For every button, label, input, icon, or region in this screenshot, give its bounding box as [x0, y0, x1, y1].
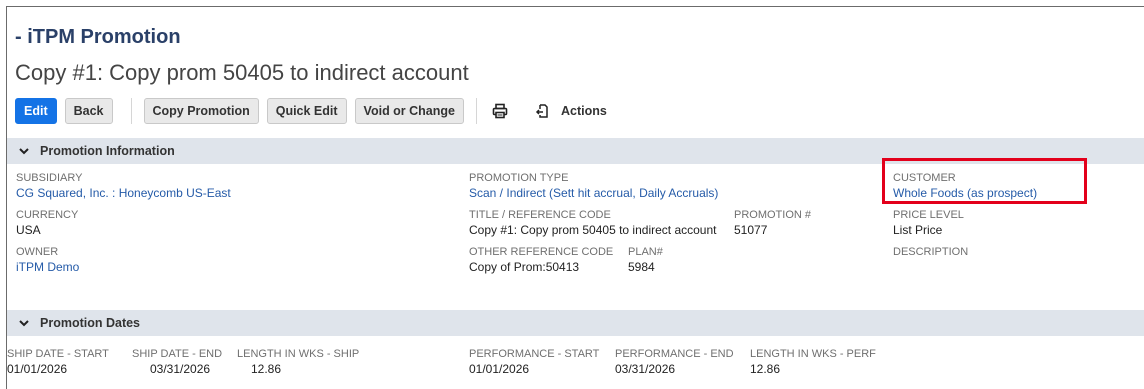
- owner-value[interactable]: iTPM Demo: [16, 260, 79, 274]
- subsidiary-value[interactable]: CG Squared, Inc. : Honeycomb US-East: [16, 186, 231, 200]
- plan-label: PLAN#: [628, 246, 663, 258]
- chevron-down-icon: [19, 148, 29, 155]
- promotion-number-label: PROMOTION #: [734, 209, 812, 221]
- price-level-label: PRICE LEVEL: [893, 209, 964, 221]
- title-reference-value: Copy #1: Copy prom 50405 to indirect acc…: [469, 223, 717, 237]
- plan-value: 5984: [628, 260, 655, 274]
- toolbar: Edit Back Copy Promotion Quick Edit Void…: [15, 98, 607, 124]
- other-reference-label: OTHER REFERENCE CODE: [469, 246, 614, 258]
- subsidiary-label: SUBSIDIARY: [16, 172, 83, 184]
- void-or-change-button[interactable]: Void or Change: [354, 98, 464, 124]
- ship-date-start-value: 01/01/2026: [7, 362, 68, 376]
- back-button[interactable]: Back: [64, 98, 113, 124]
- title-reference-label: TITLE / REFERENCE CODE: [469, 209, 611, 221]
- customer-highlight-box: [882, 158, 1087, 204]
- performance-end-label: PERFORMANCE - END: [615, 348, 734, 360]
- owner-label: OWNER: [16, 246, 59, 258]
- length-wks-perf-label: LENGTH IN WKS - PERF: [750, 348, 876, 360]
- section-title: Promotion Dates: [40, 316, 141, 330]
- promotion-type-value[interactable]: Scan / Indirect (Sett hit accrual, Daily…: [469, 186, 718, 200]
- promotion-dates-section-header[interactable]: Promotion Dates: [7, 310, 1144, 336]
- section-title: Promotion Information: [40, 144, 175, 158]
- performance-start-value: 01/01/2026: [469, 362, 530, 376]
- copy-promotion-button[interactable]: Copy Promotion: [143, 98, 259, 124]
- toolbar-divider: [475, 98, 477, 124]
- length-wks-ship-label: LENGTH IN WKS - SHIP: [237, 348, 360, 360]
- performance-start-label: PERFORMANCE - START: [469, 348, 600, 360]
- chevron-down-icon: [19, 320, 29, 327]
- quick-edit-button[interactable]: Quick Edit: [266, 98, 347, 124]
- ship-date-end-label: SHIP DATE - END: [132, 348, 223, 360]
- length-wks-ship-value: 12.86: [251, 362, 282, 376]
- export-icon[interactable]: [531, 98, 553, 124]
- record-type-heading: - iTPM Promotion: [15, 26, 181, 48]
- currency-label: CURRENCY: [16, 209, 79, 221]
- actions-menu[interactable]: Actions: [561, 104, 607, 118]
- other-reference-value: Copy of Prom:50413: [469, 260, 580, 274]
- page-title: Copy #1: Copy prom 50405 to indirect acc…: [15, 60, 469, 85]
- promotion-type-label: PROMOTION TYPE: [469, 172, 569, 184]
- description-label: DESCRIPTION: [893, 246, 969, 258]
- toolbar-divider: [130, 98, 132, 124]
- print-icon[interactable]: [489, 98, 511, 124]
- currency-value: USA: [16, 223, 41, 237]
- price-level-value: List Price: [893, 223, 943, 237]
- ship-date-start-label: SHIP DATE - START: [7, 348, 109, 360]
- promotion-number-value: 51077: [734, 223, 768, 237]
- ship-date-end-value: 03/31/2026: [150, 362, 211, 376]
- edit-button[interactable]: Edit: [15, 98, 57, 124]
- length-wks-perf-value: 12.86: [750, 362, 781, 376]
- performance-end-value: 03/31/2026: [615, 362, 676, 376]
